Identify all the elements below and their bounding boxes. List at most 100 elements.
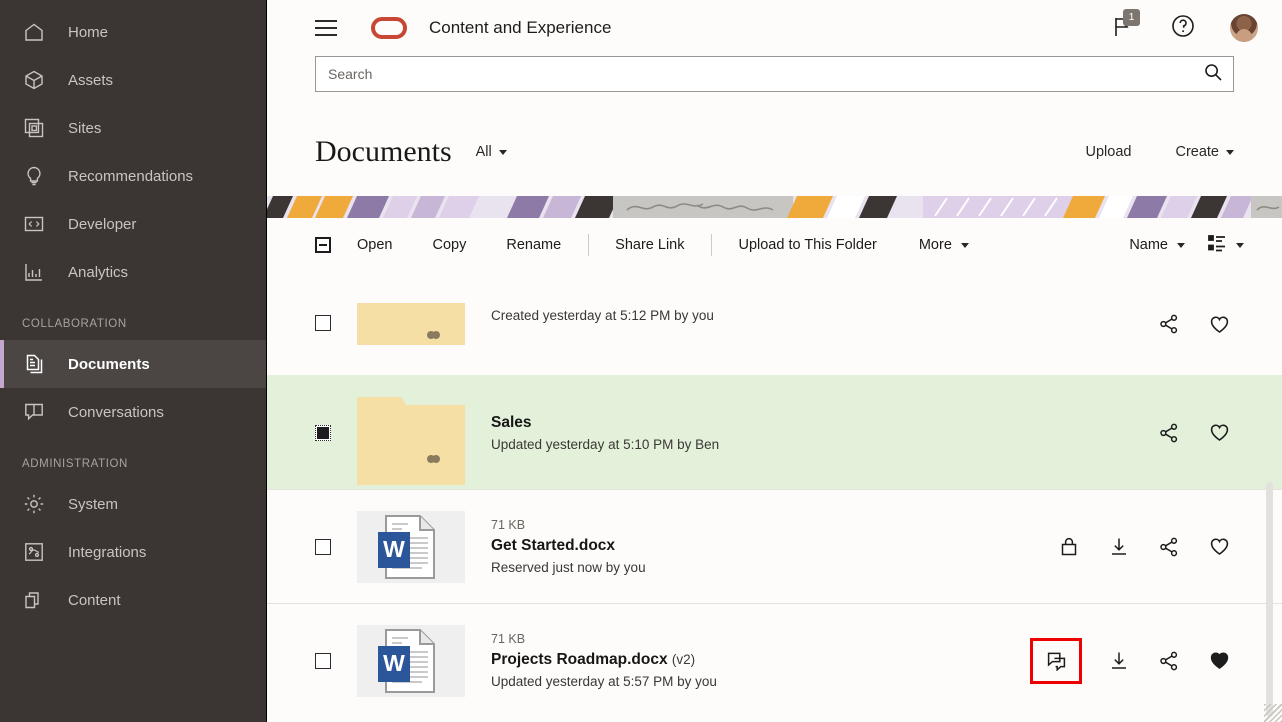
row-meta: Sales Updated yesterday at 5:10 PM by Be… [491,414,1156,452]
row-checkbox[interactable] [315,315,331,331]
row-meta: 71 KB Get Started.docx Reserved just now… [491,518,1056,575]
download-icon[interactable] [1106,534,1132,560]
search-row [267,56,1282,108]
select-all-checkbox[interactable] [315,237,331,253]
sidebar-item-integrations[interactable]: Integrations [0,528,266,576]
view-mode-dropdown[interactable] [1207,233,1244,258]
sidebar-item-conversations[interactable]: Conversations [0,388,266,436]
table-row[interactable]: Created yesterday at 5:12 PM by you [267,299,1282,375]
conversations-icon [22,400,46,424]
create-label: Create [1175,144,1219,160]
sidebar-item-label: Developer [68,215,137,233]
row-meta: 71 KB Projects Roadmap.docx (v2) Updated… [491,632,1030,689]
lock-icon[interactable] [1056,534,1082,560]
row-name: Projects Roadmap.docx (v2) [491,651,1030,669]
sidebar-item-home[interactable]: Home [0,8,266,56]
list-view-icon [1207,233,1227,258]
filter-all-dropdown[interactable]: All [476,144,507,160]
sidebar-item-documents[interactable]: Documents [0,340,266,388]
integrations-icon [22,540,46,564]
banner-strip [267,196,1282,218]
folder-icon [357,303,465,375]
upload-button[interactable]: Upload [1086,144,1132,160]
toolbar-open-button[interactable]: Open [357,237,392,253]
row-meta: Created yesterday at 5:12 PM by you [491,303,1156,323]
sidebar-item-analytics[interactable]: Analytics [0,248,266,296]
hamburger-icon[interactable] [315,18,341,38]
sidebar-item-sites[interactable]: Sites [0,104,266,152]
sidebar-item-label: Assets [68,71,114,89]
avatar[interactable] [1230,14,1258,42]
row-checkbox[interactable] [315,538,331,555]
share-icon[interactable] [1156,648,1182,674]
favorite-outline-icon[interactable] [1206,420,1232,446]
sidebar-item-label: Analytics [68,263,129,281]
chevron-down-icon [1236,242,1244,248]
home-icon [22,20,46,44]
share-icon[interactable] [1156,311,1182,337]
svg-text:W: W [383,536,405,562]
sidebar-item-label: Recommendations [68,167,194,185]
page-header-actions: Upload Create [1086,144,1234,160]
gear-icon [22,492,46,516]
table-row[interactable]: W 71 KB Get Started.docx Reserved just n… [267,489,1282,603]
table-row[interactable]: Sales Updated yesterday at 5:10 PM by Be… [267,375,1282,489]
toolbar-copy-button[interactable]: Copy [432,237,466,253]
sidebar-item-label: Conversations [68,403,164,421]
row-checkbox[interactable] [315,424,331,441]
favorite-filled-icon[interactable] [1206,648,1232,674]
vertical-scrollbar[interactable] [1266,482,1273,717]
conversation-icon[interactable] [1030,637,1082,684]
row-name: Get Started.docx [491,537,616,554]
sidebar-item-assets[interactable]: Assets [0,56,266,104]
app-bar: Content and Experience 1 [267,0,1282,56]
toolbar-share-link-button[interactable]: Share Link [615,237,684,253]
search-box[interactable] [315,56,1234,92]
create-button[interactable]: Create [1175,144,1234,160]
sidebar-section-administration: ADMINISTRATION [22,458,128,470]
toolbar-divider [711,234,713,256]
download-icon[interactable] [1106,648,1132,674]
sidebar-item-label: Integrations [68,543,147,561]
sidebar-item-label: Documents [68,355,150,373]
page-header: Documents All Upload Create [267,108,1282,196]
sort-dropdown[interactable]: Name [1129,237,1185,253]
content-icon [22,588,46,612]
toolbar-rename-button[interactable]: Rename [506,237,561,253]
page-title: Documents [315,135,452,168]
word-document-icon: W [357,624,465,697]
toolbar-more-button[interactable]: More [919,237,969,253]
flag-icon[interactable]: 1 [1110,9,1140,41]
help-icon[interactable] [1170,13,1196,44]
sidebar-item-recommendations[interactable]: Recommendations [0,152,266,200]
share-icon[interactable] [1156,420,1182,446]
table-row[interactable]: W 71 KB Projects Roadmap.docx (v2) Updat… [267,603,1282,717]
application-window: Home Assets Sites Recommendations Develo… [0,0,1282,722]
sidebar-item-developer[interactable]: Developer [0,200,266,248]
toolbar-more-label: More [918,237,952,253]
search-input[interactable] [328,66,1203,82]
row-actions [1030,637,1244,684]
list-toolbar: Open Copy Rename Share Link Upload to Th… [267,218,1282,272]
row-checkbox[interactable] [315,652,331,669]
chevron-down-icon [1226,149,1234,155]
sidebar-item-system[interactable]: System [0,480,266,528]
sidebar-item-content[interactable]: Content [0,576,266,624]
chevron-down-icon [960,242,969,248]
share-icon[interactable] [1156,534,1182,560]
search-icon[interactable] [1203,62,1223,87]
toolbar-upload-to-folder-button[interactable]: Upload to This Folder [738,237,876,253]
favorite-outline-icon[interactable] [1206,534,1232,560]
favorite-outline-icon[interactable] [1206,311,1232,337]
file-list[interactable]: Created yesterday at 5:12 PM by you Sale… [267,299,1282,722]
analytics-icon [22,260,46,284]
oracle-logo [371,17,407,39]
sidebar-section-collaboration: COLLABORATION [22,318,127,330]
resize-grip[interactable] [1264,704,1282,722]
code-icon [22,212,46,236]
toolbar-divider [588,234,590,256]
word-document-icon: W [357,510,465,583]
row-subtitle: Created yesterday at 5:12 PM by you [491,308,714,323]
sidebar-item-label: Sites [68,119,102,137]
lightbulb-icon [22,164,46,188]
